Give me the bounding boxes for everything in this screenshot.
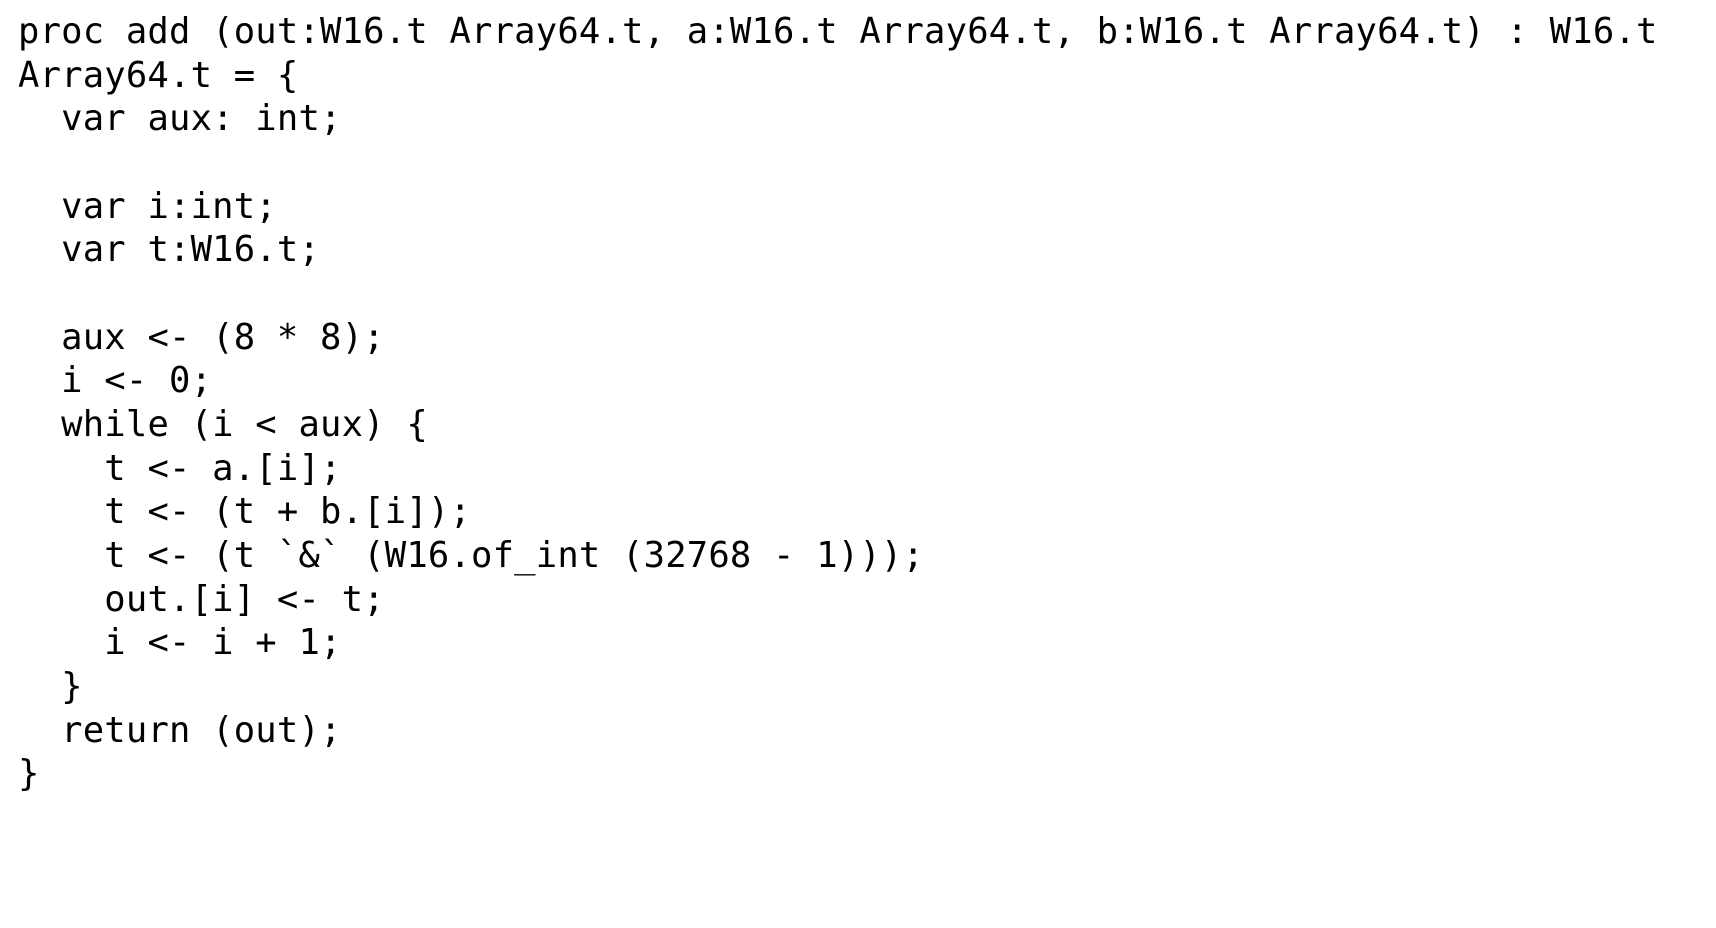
code-block: proc add (out:W16.t Array64.t, a:W16.t A…	[18, 10, 1698, 796]
